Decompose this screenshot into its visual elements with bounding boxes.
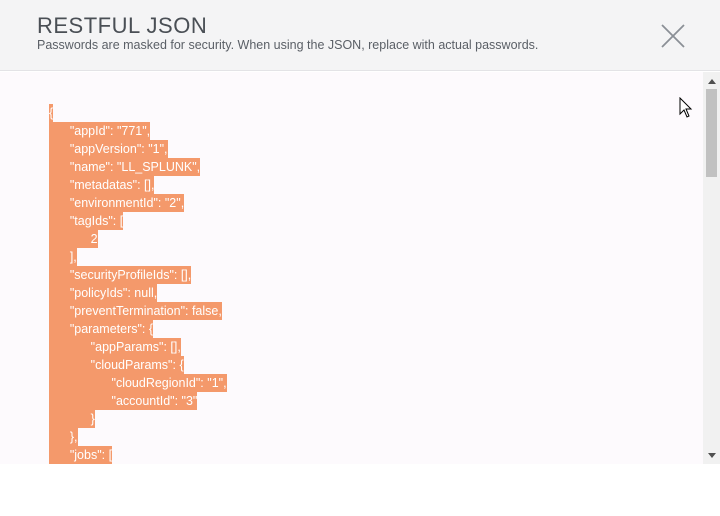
json-line-text: }	[49, 410, 95, 428]
json-code-block[interactable]: { "appId": "771", "appVersion": "1", "na…	[49, 104, 227, 464]
json-line: "name": "LL_SPLUNK",	[49, 158, 227, 176]
json-line: "preventTermination": false,	[49, 302, 227, 320]
dialog-footer	[0, 464, 720, 516]
json-line: "environmentId": "2",	[49, 194, 227, 212]
dialog-header: RESTFUL JSON Passwords are masked for se…	[0, 0, 720, 71]
json-line: "appParams": [],	[49, 338, 227, 356]
json-content-area[interactable]: { "appId": "771", "appVersion": "1", "na…	[0, 72, 720, 464]
json-line: "appId": "771",	[49, 122, 227, 140]
json-line-text: {	[49, 104, 54, 122]
json-line-text: ],	[49, 248, 77, 266]
json-line: "securityProfileIds": [],	[49, 266, 227, 284]
json-line: {	[49, 104, 227, 122]
json-line-text: "appVersion": "1",	[49, 140, 168, 158]
json-line-text: "appParams": [],	[49, 338, 181, 356]
json-line: ],	[49, 248, 227, 266]
dialog-subtitle: Passwords are masked for security. When …	[37, 38, 539, 52]
json-line: "cloudRegionId": "1",	[49, 374, 227, 392]
json-line-text: "securityProfileIds": [],	[49, 266, 192, 284]
json-line-text: "cloudParams": {	[49, 356, 184, 374]
json-line: "jobs": [	[49, 446, 227, 464]
json-line-text: },	[49, 428, 78, 446]
mouse-pointer-icon	[679, 97, 693, 118]
json-line-text: "jobs": [	[49, 446, 113, 464]
json-line: "policyIds": null,	[49, 284, 227, 302]
json-line-text: "name": "LL_SPLUNK",	[49, 158, 201, 176]
json-line: "cloudParams": {	[49, 356, 227, 374]
json-line-text: "environmentId": "2",	[49, 194, 185, 212]
json-line: "metadatas": [],	[49, 176, 227, 194]
json-line: "appVersion": "1",	[49, 140, 227, 158]
json-line: }	[49, 410, 227, 428]
close-icon	[661, 24, 685, 48]
json-line-text: "accountId": "3"	[49, 392, 198, 410]
json-line-text: "tagIds": [	[49, 212, 124, 230]
arrow-up-icon	[707, 78, 716, 84]
scroll-down-button[interactable]	[703, 448, 720, 462]
json-line: "accountId": "3"	[49, 392, 227, 410]
json-line: "tagIds": [	[49, 212, 227, 230]
dialog-title: RESTFUL JSON	[37, 13, 208, 38]
close-button[interactable]	[658, 22, 688, 50]
json-line: },	[49, 428, 227, 446]
json-line-text: "policyIds": null,	[49, 284, 158, 302]
scrollbar-thumb[interactable]	[706, 89, 717, 177]
scroll-up-button[interactable]	[703, 74, 720, 88]
json-line-text: "preventTermination": false,	[49, 302, 222, 320]
json-line-text: 2	[49, 230, 98, 248]
json-line-text: "cloudRegionId": "1",	[49, 374, 227, 392]
json-line-text: "metadatas": [],	[49, 176, 155, 194]
vertical-scrollbar[interactable]	[703, 72, 720, 464]
json-line: 2	[49, 230, 227, 248]
json-line: "parameters": {	[49, 320, 227, 338]
json-line-text: "parameters": {	[49, 320, 154, 338]
json-line-text: "appId": "771",	[49, 122, 151, 140]
arrow-down-icon	[707, 452, 716, 458]
